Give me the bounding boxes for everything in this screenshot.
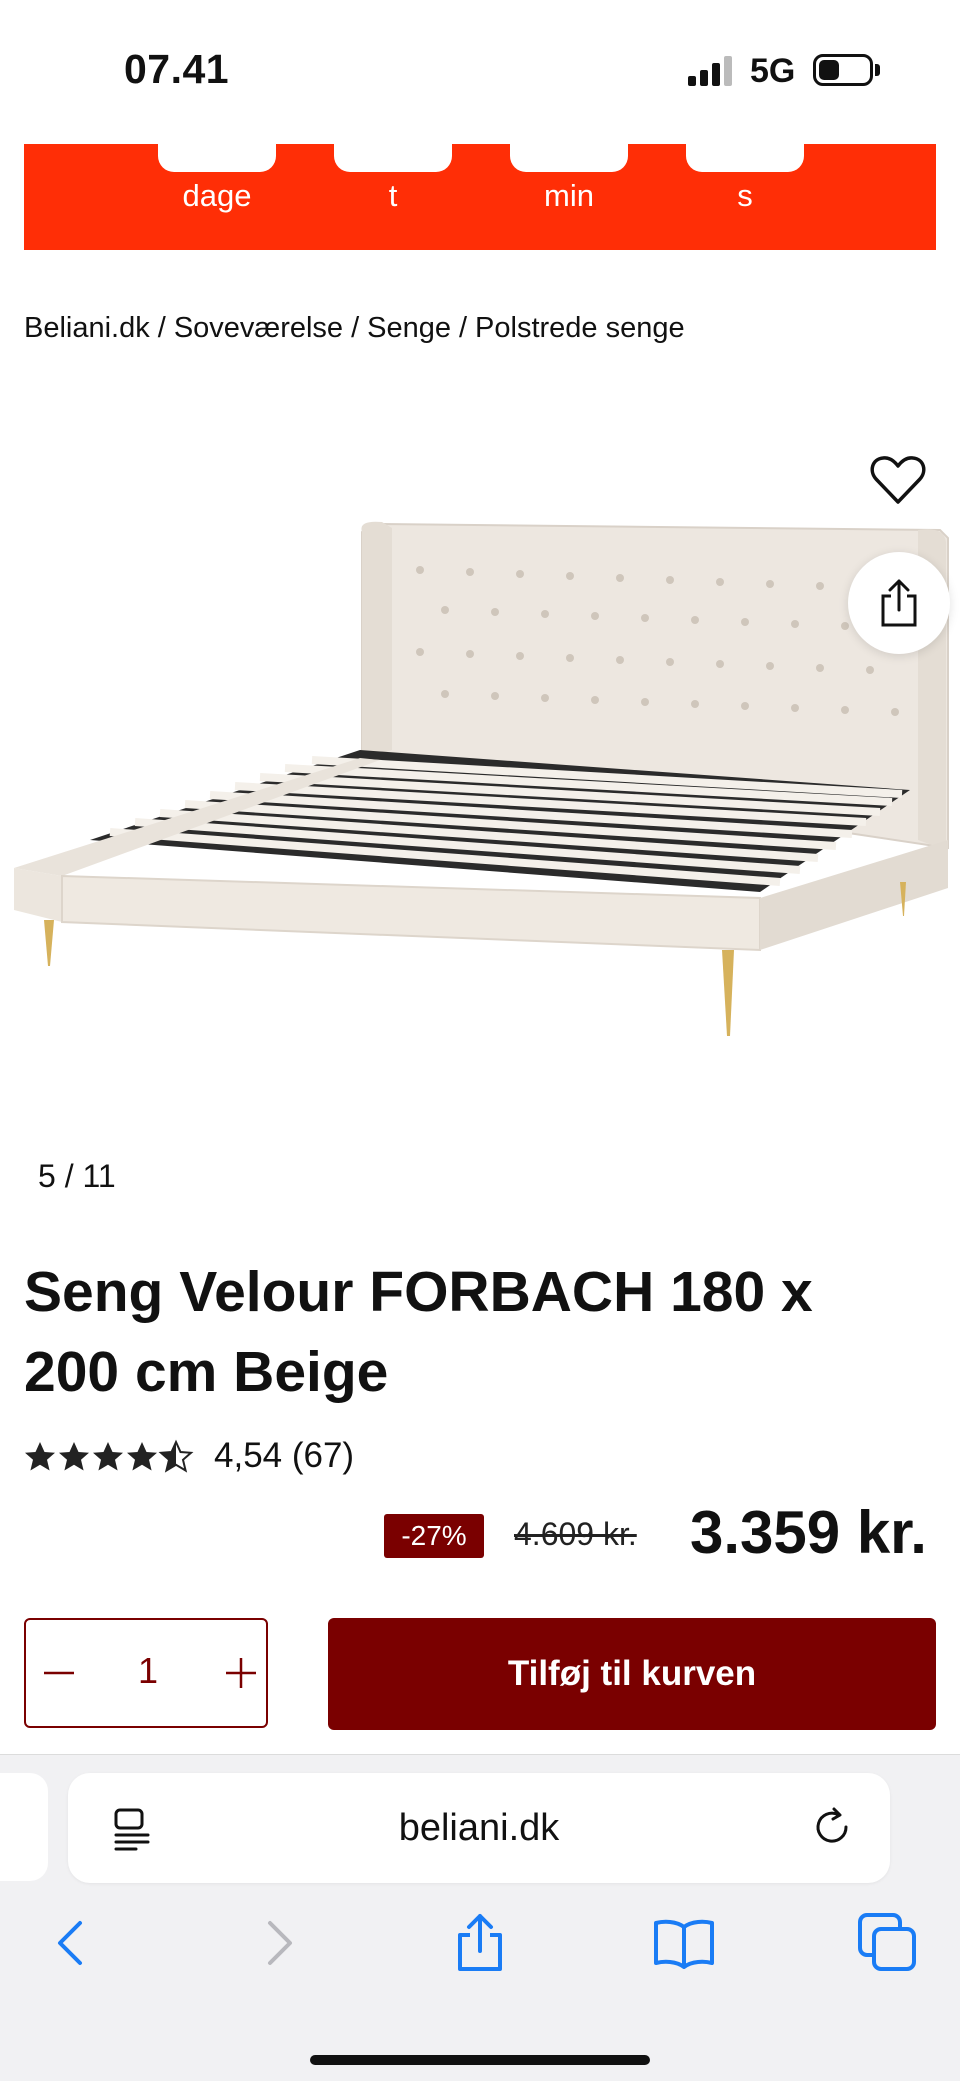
sale-countdown-banner[interactable]: dage t min s — [24, 144, 936, 250]
countdown-hours: t — [334, 144, 452, 250]
share-button[interactable] — [848, 552, 950, 654]
url-text: beliani.dk — [398, 1807, 560, 1849]
previous-tab-preview[interactable] — [0, 1773, 48, 1881]
current-price: 3.359 kr. — [690, 1499, 927, 1566]
rating-stars-icon — [25, 1441, 192, 1472]
forward-icon[interactable] — [246, 1911, 310, 1975]
network-type: 5G — [750, 52, 796, 90]
breadcrumb-upholstered-beds[interactable]: Polstrede senge — [475, 312, 685, 344]
countdown-seconds: s — [686, 144, 804, 250]
quantity-increase-button[interactable] — [218, 1650, 264, 1696]
rating-text: 4,54 (67) — [214, 1436, 355, 1475]
browser-chrome: beliani.dk — [0, 1754, 960, 2081]
breadcrumb-bedroom[interactable]: Soveværelse — [174, 312, 343, 344]
cellular-signal-icon — [688, 56, 734, 86]
breadcrumb-beds[interactable]: Senge — [367, 312, 451, 344]
home-indicator — [310, 2055, 650, 2065]
quantity-stepper: 1 — [24, 1618, 268, 1728]
product-image[interactable] — [0, 420, 960, 1070]
product-title: Seng Velour FORBACH 180 x 200 cm Beige — [24, 1260, 813, 1404]
address-bar[interactable]: beliani.dk — [68, 1773, 890, 1883]
reload-icon[interactable] — [810, 1805, 854, 1849]
status-time: 07.41 — [124, 46, 230, 92]
quantity-value[interactable]: 1 — [96, 1650, 200, 1692]
add-to-cart-button[interactable]: Tilføj til kurven — [328, 1618, 936, 1730]
breadcrumb-home[interactable]: Beliani.dk — [24, 312, 150, 344]
breadcrumb: Beliani.dk / Soveværelse / Senge / Polstrede s… — [24, 312, 685, 344]
image-counter: 5 / 11 — [38, 1158, 116, 1194]
status-bar: 07.41 5G — [0, 0, 960, 140]
plus-icon — [226, 1658, 256, 1688]
battery-icon — [813, 54, 873, 86]
share-icon — [881, 579, 917, 627]
countdown-days: dage — [158, 144, 276, 250]
countdown-minutes: min — [510, 144, 628, 250]
bookmarks-icon[interactable] — [652, 1911, 716, 1975]
back-icon[interactable] — [40, 1911, 104, 1975]
tabs-icon[interactable] — [856, 1911, 920, 1975]
discount-badge: -27% — [384, 1514, 484, 1558]
minus-icon — [44, 1671, 74, 1675]
wishlist-heart-icon[interactable] — [868, 450, 928, 510]
old-price: 4.609 kr. — [514, 1516, 637, 1552]
quantity-decrease-button[interactable] — [36, 1650, 82, 1696]
share-icon[interactable] — [448, 1911, 512, 1975]
